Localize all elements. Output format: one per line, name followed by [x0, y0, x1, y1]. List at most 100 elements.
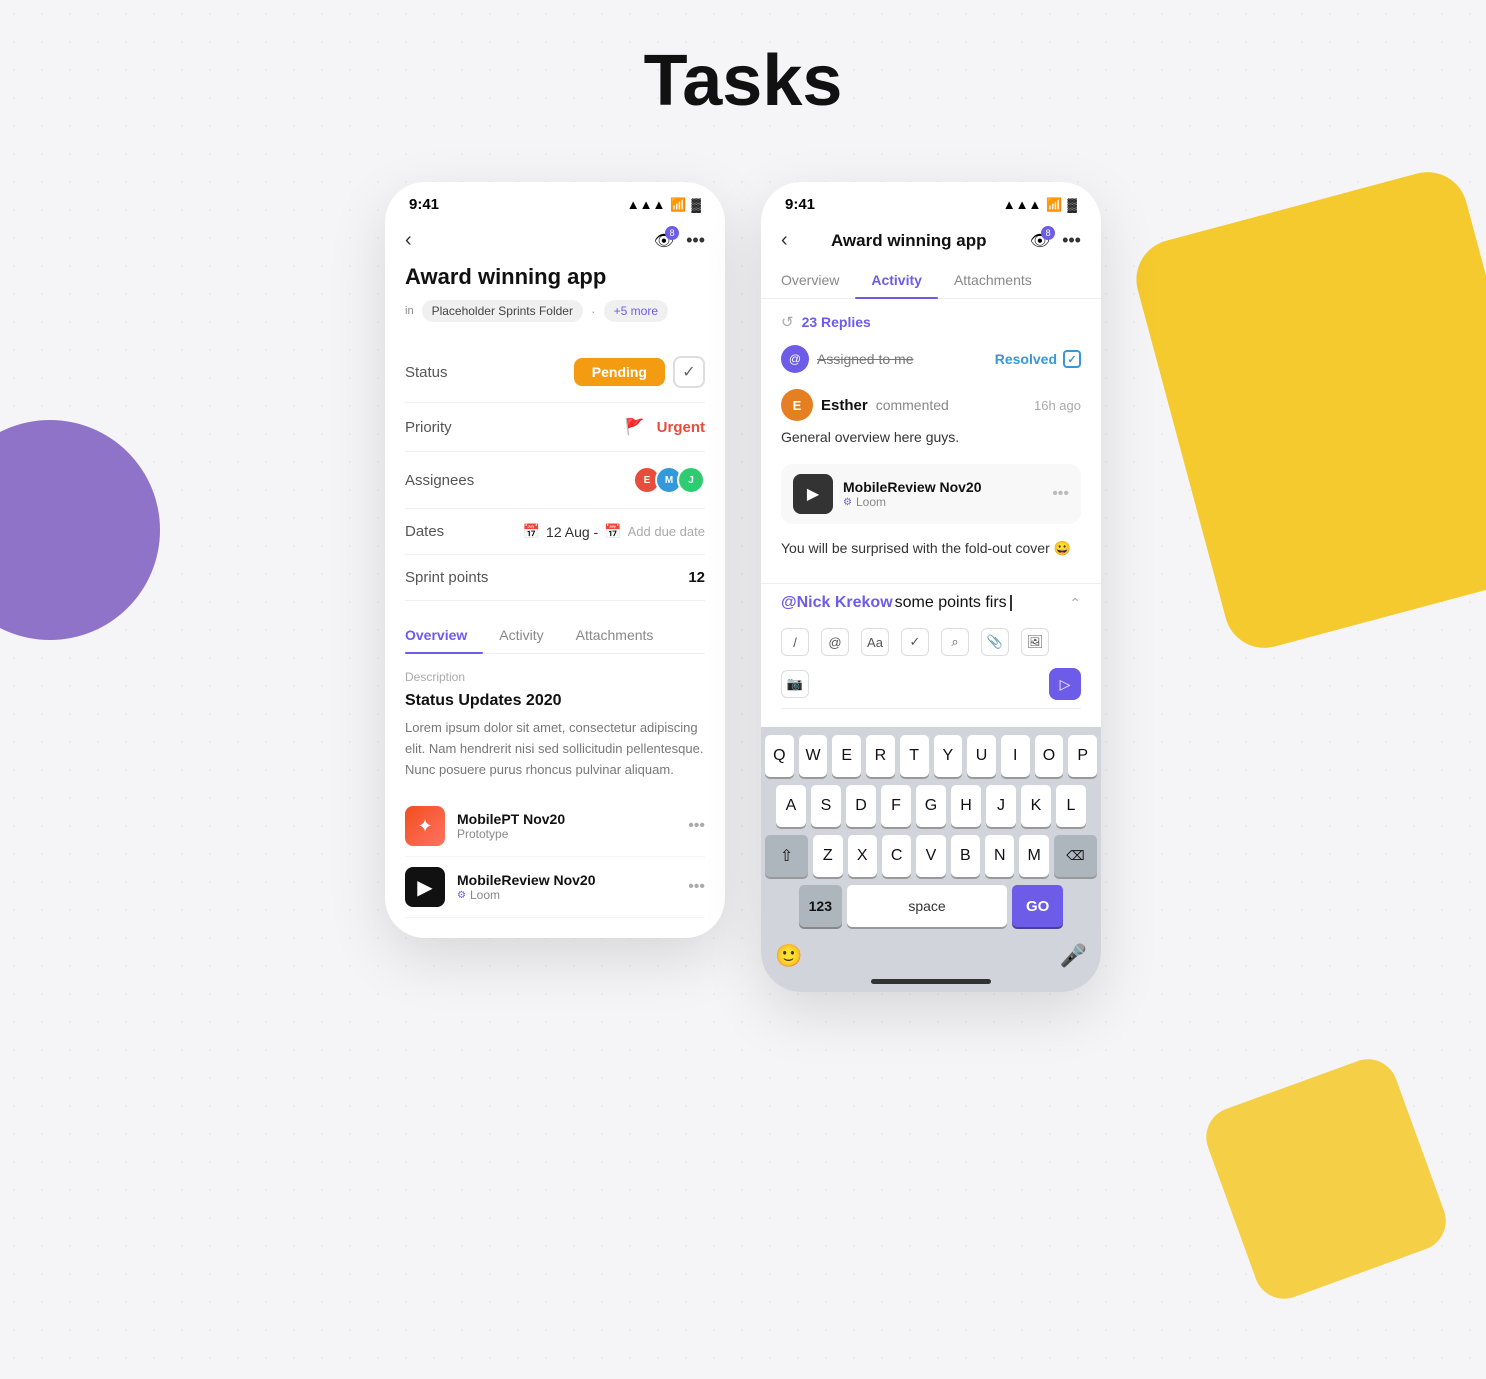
task-title-1: Award winning app — [405, 264, 705, 290]
status-bar-1: 9:41 ▲▲▲ 📶 ▓ — [385, 182, 725, 221]
more-button-1[interactable]: ••• — [686, 230, 705, 251]
toolbar-slash[interactable]: / — [781, 628, 809, 656]
attachment-figma[interactable]: ✦ MobilePT Nov20 Prototype ••• — [405, 796, 705, 857]
attachment-loom-more[interactable]: ••• — [688, 878, 705, 896]
tab-attachments-1[interactable]: Attachments — [560, 619, 670, 653]
reply-mention: @Nick Krekow — [781, 594, 893, 612]
tab-overview-1[interactable]: Overview — [405, 619, 483, 653]
video-card[interactable]: ▶ MobileReview Nov20 ⚙ Loom ••• — [781, 464, 1081, 524]
battery-icon-2: ▓ — [1068, 197, 1077, 212]
key-x[interactable]: X — [848, 835, 877, 877]
check-button[interactable]: ✓ — [673, 356, 705, 388]
assignees-avatars[interactable]: E M J — [633, 466, 705, 494]
toolbar-at[interactable]: @ — [821, 628, 849, 656]
key-m[interactable]: M — [1019, 835, 1048, 877]
attachment-loom-sub: ⚙ Loom — [457, 888, 676, 902]
toolbar-camera[interactable]: 📷 — [781, 670, 809, 698]
key-e[interactable]: E — [832, 735, 861, 777]
key-f[interactable]: F — [881, 785, 911, 827]
key-u[interactable]: U — [967, 735, 996, 777]
figma-thumb: ✦ — [405, 806, 445, 846]
phone-nav-1: ‹ 👁 8 ••• — [385, 221, 725, 264]
desc-title: Status Updates 2020 — [405, 692, 705, 710]
replies-text[interactable]: 23 Replies — [802, 314, 871, 330]
add-due-date[interactable]: Add due date — [628, 524, 705, 539]
status-label: Status — [405, 364, 448, 381]
key-row-1: Q W E R T Y U I O P — [765, 735, 1097, 777]
key-backspace[interactable]: ⌫ — [1054, 835, 1097, 877]
breadcrumb-folder[interactable]: Placeholder Sprints Folder — [422, 300, 583, 322]
key-t[interactable]: T — [900, 735, 929, 777]
key-q[interactable]: Q — [765, 735, 794, 777]
key-r[interactable]: R — [866, 735, 895, 777]
more-button-2[interactable]: ••• — [1062, 230, 1081, 251]
key-go[interactable]: GO — [1012, 885, 1063, 927]
mic-icon[interactable]: 🎤 — [1060, 943, 1087, 969]
reply-input[interactable]: @Nick Krekow some points firs — [781, 594, 1069, 612]
cursor — [1010, 595, 1012, 611]
resolved-button[interactable]: Resolved ✓ — [995, 350, 1081, 368]
key-p[interactable]: P — [1068, 735, 1097, 777]
key-n[interactable]: N — [985, 835, 1014, 877]
key-s[interactable]: S — [811, 785, 841, 827]
reply-input-row: @Nick Krekow some points firs ⌃ — [781, 594, 1081, 612]
sprint-points-value[interactable]: 12 — [688, 569, 705, 586]
tab-attachments-2[interactable]: Attachments — [938, 264, 1048, 298]
attachment-loom-name: MobileReview Nov20 — [457, 872, 676, 888]
replies-row: ↺ 23 Replies — [781, 313, 1081, 331]
eye-button-2[interactable]: 👁 8 — [1030, 231, 1050, 251]
key-i[interactable]: I — [1001, 735, 1030, 777]
toolbar-search[interactable]: ⌕ — [941, 628, 969, 656]
video-more[interactable]: ••• — [1052, 485, 1069, 503]
key-shift[interactable]: ⇧ — [765, 835, 808, 877]
breadcrumb-more[interactable]: +5 more — [604, 300, 668, 322]
phone-2: 9:41 ▲▲▲ 📶 ▓ ‹ Award winning app 👁 8 •••… — [761, 182, 1101, 992]
send-button[interactable]: ▷ — [1049, 668, 1081, 700]
toolbar-check[interactable]: ✓ — [901, 628, 929, 656]
key-v[interactable]: V — [916, 835, 945, 877]
back-button-1[interactable]: ‹ — [405, 229, 412, 252]
tab-activity-2[interactable]: Activity — [855, 264, 938, 298]
comment-text: General overview here guys. — [781, 427, 1081, 448]
priority-urgent[interactable]: Urgent — [657, 419, 705, 436]
nav-actions-2: 👁 8 ••• — [1030, 230, 1081, 251]
emoji-icon[interactable]: 🙂 — [775, 943, 802, 969]
tab-activity-1[interactable]: Activity — [483, 619, 559, 653]
status-badge[interactable]: Pending — [574, 358, 665, 386]
key-g[interactable]: G — [916, 785, 946, 827]
comment-name: Esther — [821, 397, 868, 414]
key-k[interactable]: K — [1021, 785, 1051, 827]
eye-button-1[interactable]: 👁 8 — [654, 231, 674, 251]
home-indicator — [871, 979, 991, 984]
eye-badge-2: 8 — [1041, 226, 1055, 240]
breadcrumb-dot: · — [591, 303, 596, 319]
toolbar-text[interactable]: Aa — [861, 628, 889, 656]
key-nums[interactable]: 123 — [799, 885, 842, 927]
key-z[interactable]: Z — [813, 835, 842, 877]
tab-overview-2[interactable]: Overview — [781, 264, 855, 298]
toolbar-attach[interactable]: 📎 — [981, 628, 1009, 656]
key-space[interactable]: space — [847, 885, 1007, 927]
key-w[interactable]: W — [799, 735, 828, 777]
toolbar-image[interactable]: 🖼 — [1021, 628, 1049, 656]
back-button-2[interactable]: ‹ — [781, 229, 788, 252]
calendar-icon-2: 📅 — [604, 523, 621, 540]
signal-icon-2: ▲▲▲ — [1003, 197, 1042, 212]
key-l[interactable]: L — [1056, 785, 1086, 827]
collapse-icon[interactable]: ⌃ — [1069, 595, 1081, 612]
key-d[interactable]: D — [846, 785, 876, 827]
key-a[interactable]: A — [776, 785, 806, 827]
attachment-loom[interactable]: ▶ MobileReview Nov20 ⚙ Loom ••• — [405, 857, 705, 918]
key-h[interactable]: H — [951, 785, 981, 827]
start-date[interactable]: 12 Aug - — [546, 524, 598, 540]
priority-label: Priority — [405, 419, 452, 436]
assigned-left: @ Assigned to me — [781, 345, 914, 373]
key-c[interactable]: C — [882, 835, 911, 877]
key-o[interactable]: O — [1035, 735, 1064, 777]
attachment-figma-more[interactable]: ••• — [688, 817, 705, 835]
key-j[interactable]: J — [986, 785, 1016, 827]
desc-label: Description — [405, 670, 705, 684]
key-y[interactable]: Y — [934, 735, 963, 777]
key-b[interactable]: B — [951, 835, 980, 877]
loom-thumb: ▶ — [405, 867, 445, 907]
